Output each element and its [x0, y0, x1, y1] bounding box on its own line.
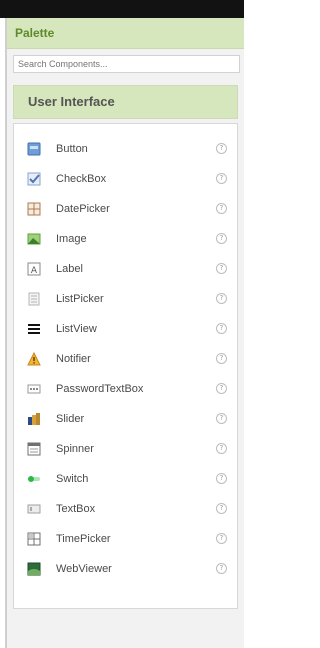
svg-text:A: A [31, 266, 38, 276]
help-icon[interactable]: ? [216, 293, 227, 304]
help-icon[interactable]: ? [216, 503, 227, 514]
component-item-listpicker[interactable]: ListPicker ? [14, 284, 237, 314]
switch-icon [27, 472, 41, 486]
checkbox-icon [27, 172, 41, 186]
help-icon[interactable]: ? [216, 203, 227, 214]
palette-title: Palette [7, 18, 244, 49]
datepicker-icon [27, 202, 41, 216]
help-icon[interactable]: ? [216, 323, 227, 334]
component-item-button[interactable]: Button ? [14, 134, 237, 164]
help-icon[interactable]: ? [216, 443, 227, 454]
help-icon[interactable]: ? [216, 533, 227, 544]
help-icon[interactable]: ? [216, 143, 227, 154]
component-list: Button ? CheckBox ? DatePicker ? Image ? [13, 123, 238, 609]
help-icon[interactable]: ? [216, 173, 227, 184]
component-label: ListView [56, 323, 97, 335]
component-item-timepicker[interactable]: TimePicker ? [14, 524, 237, 554]
component-label: ListPicker [56, 293, 104, 305]
slider-icon [27, 412, 41, 426]
component-label: TextBox [56, 503, 96, 515]
help-icon[interactable]: ? [216, 383, 227, 394]
listview-icon [27, 322, 41, 336]
component-item-switch[interactable]: Switch ? [14, 464, 237, 494]
component-item-image[interactable]: Image ? [14, 224, 237, 254]
component-label: Label [56, 263, 83, 275]
image-icon [27, 232, 41, 246]
webviewer-icon [27, 562, 41, 576]
help-icon[interactable]: ? [216, 413, 227, 424]
component-item-checkbox[interactable]: CheckBox ? [14, 164, 237, 194]
help-icon[interactable]: ? [216, 473, 227, 484]
component-item-textbox[interactable]: TextBox ? [14, 494, 237, 524]
palette-panel: Palette User Interface Button ? CheckBox… [5, 18, 244, 648]
spinner-icon [27, 442, 41, 456]
component-label: Button [56, 143, 88, 155]
textbox-icon [27, 502, 41, 516]
component-item-slider[interactable]: Slider ? [14, 404, 237, 434]
help-icon[interactable]: ? [216, 353, 227, 364]
notifier-icon [27, 351, 41, 366]
password-icon [27, 382, 41, 396]
component-item-listview[interactable]: ListView ? [14, 314, 237, 344]
component-label: CheckBox [56, 173, 107, 185]
component-label: TimePicker [56, 533, 111, 545]
help-icon[interactable]: ? [216, 263, 227, 274]
component-label: Notifier [56, 353, 91, 365]
category-header-user-interface[interactable]: User Interface [13, 85, 238, 119]
search-input[interactable] [13, 55, 240, 73]
help-icon[interactable]: ? [216, 233, 227, 244]
component-label: Switch [56, 473, 89, 485]
component-item-passwordtextbox[interactable]: PasswordTextBox ? [14, 374, 237, 404]
component-label: Spinner [56, 443, 94, 455]
component-label: Slider [56, 413, 85, 425]
component-label: WebViewer [56, 563, 112, 575]
component-item-spinner[interactable]: Spinner ? [14, 434, 237, 464]
component-item-datepicker[interactable]: DatePicker ? [14, 194, 237, 224]
button-icon [27, 142, 41, 156]
help-icon[interactable]: ? [216, 563, 227, 574]
timepicker-icon [27, 532, 41, 546]
top-bar [0, 0, 244, 18]
label-icon: A [27, 262, 41, 276]
component-item-label[interactable]: A Label ? [14, 254, 237, 284]
component-item-webviewer[interactable]: WebViewer ? [14, 554, 237, 584]
listpicker-icon [27, 292, 41, 306]
component-label: PasswordTextBox [56, 383, 144, 395]
component-item-notifier[interactable]: Notifier ? [14, 344, 237, 374]
component-label: Image [56, 233, 87, 245]
component-label: DatePicker [56, 203, 110, 215]
